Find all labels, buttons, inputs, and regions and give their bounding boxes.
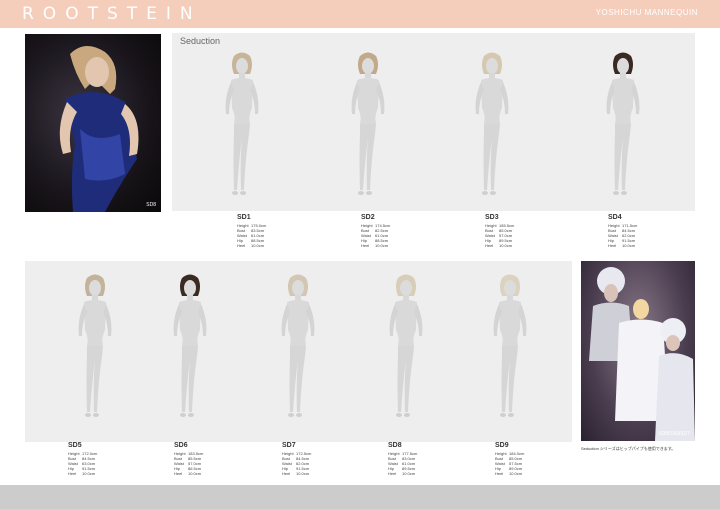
model-code: SD9 <box>495 442 509 449</box>
mannequin-silhouette <box>225 52 259 195</box>
mannequin-silhouette <box>389 274 423 417</box>
mannequin-sd9 <box>480 272 540 422</box>
spec-row: Heel 10.0cm <box>608 243 678 248</box>
model-code: SD8 <box>388 442 402 449</box>
mannequin-sd3 <box>462 50 522 200</box>
model-code: SD2 <box>361 214 375 221</box>
spec-label: Heel <box>388 471 397 476</box>
mannequin-sd2 <box>338 50 398 200</box>
spec-label: Heel <box>608 243 617 248</box>
spec-value: 10.0cm <box>622 243 636 248</box>
mannequin-silhouette <box>475 52 509 195</box>
spec-label: Heel <box>237 243 246 248</box>
spec-value: 10.0cm <box>251 243 265 248</box>
mannequin-silhouette <box>173 274 207 417</box>
spec-block: SD7 Height 172.5cm Bust 84.5cm Waist 62.0cm Hip… <box>282 441 352 476</box>
model-code: SD6 <box>174 442 188 449</box>
mannequin-silhouette <box>281 274 315 417</box>
mannequin-silhouette <box>493 274 527 417</box>
spec-value: 10.0cm <box>82 471 96 476</box>
photo-group-caption: Seduction シリーズはヒップパイプも使用できます。 <box>581 446 676 451</box>
brand-title: ROOTSTEIN <box>22 4 202 24</box>
series-title: Seduction <box>180 36 221 46</box>
model-code: SD1 <box>237 214 251 221</box>
model-code: SD7 <box>282 442 296 449</box>
spec-value: 10.0cm <box>402 471 416 476</box>
spec-block: SD6 Height 183.5cm Bust 85.5cm Waist 57.0cm Hip… <box>174 441 244 476</box>
spec-value: 10.0cm <box>499 243 513 248</box>
mannequin-sd5 <box>65 272 125 422</box>
spec-row: Heel 10.0cm <box>388 471 458 476</box>
spec-row: Heel 10.0cm <box>282 471 352 476</box>
spec-block: SD3 Height 185.5cm Bust 85.0cm Waist 57.0cm Hip… <box>485 213 555 248</box>
spec-block: SD9 Height 184.0cm Bust 85.0cm Waist 57.5cm Hip… <box>495 441 565 476</box>
spec-row: Heel 10.0cm <box>174 471 244 476</box>
mannequin-silhouette <box>78 274 112 417</box>
model-code: SD4 <box>608 214 622 221</box>
spec-row: Heel 10.0cm <box>68 471 138 476</box>
spec-label: Heel <box>174 471 183 476</box>
mannequin-sd1 <box>212 50 272 200</box>
model-code: SD3 <box>485 214 499 221</box>
spec-block: SD1 Height 175.0cm Bust 83.5cm Waist 61.0cm Hip… <box>237 213 307 248</box>
spec-value: 10.0cm <box>188 471 202 476</box>
mannequin-sd4 <box>593 50 653 200</box>
spec-row: Heel 10.0cm <box>237 243 307 248</box>
spec-block: SD5 Height 172.0cm Bust 84.5cm Waist 63.0cm Hip… <box>68 441 138 476</box>
spec-block: SD2 Height 174.5cm Bust 82.5cm Waist 61.0cm Hip… <box>361 213 431 248</box>
brand-subtitle: YOSHICHU MANNEQUIN <box>595 8 698 17</box>
spec-value: 10.0cm <box>509 471 523 476</box>
mannequin-silhouette <box>351 52 385 195</box>
mannequin-sd8 <box>376 272 436 422</box>
mannequin-sd6 <box>160 272 220 422</box>
photo-group-figures <box>589 267 695 441</box>
spec-label: Heel <box>495 471 504 476</box>
spec-value: 10.0cm <box>375 243 389 248</box>
spec-label: Heel <box>68 471 77 476</box>
spec-label: Heel <box>361 243 370 248</box>
spec-row: Heel 10.0cm <box>361 243 431 248</box>
spec-label: Heel <box>282 471 291 476</box>
spec-row: Heel 10.0cm <box>495 471 565 476</box>
spec-label: Heel <box>485 243 494 248</box>
model-code: SD5 <box>68 442 82 449</box>
spec-value: 10.0cm <box>296 471 310 476</box>
footer-bar <box>0 485 720 509</box>
photo-sd8: SD8 <box>25 34 161 212</box>
spec-block: SD4 Height 171.5cm Bust 84.5cm Waist 62.0cm Hip… <box>608 213 678 248</box>
photo-group: SD8/SX5/SD7 <box>581 261 695 441</box>
photo-group-tag: SD8/SX5/SD7 <box>658 431 690 437</box>
spec-block: SD8 Height 177.5cm Bust 83.0cm Waist 61.0cm Hip… <box>388 441 458 476</box>
mannequin-sd7 <box>268 272 328 422</box>
photo-sd8-tag: SD8 <box>146 202 156 208</box>
mannequin-silhouette <box>606 52 640 195</box>
spec-row: Heel 10.0cm <box>485 243 555 248</box>
photo-sd8-figure <box>59 45 139 212</box>
header-bar: ROOTSTEIN YOSHICHU MANNEQUIN <box>0 0 720 28</box>
